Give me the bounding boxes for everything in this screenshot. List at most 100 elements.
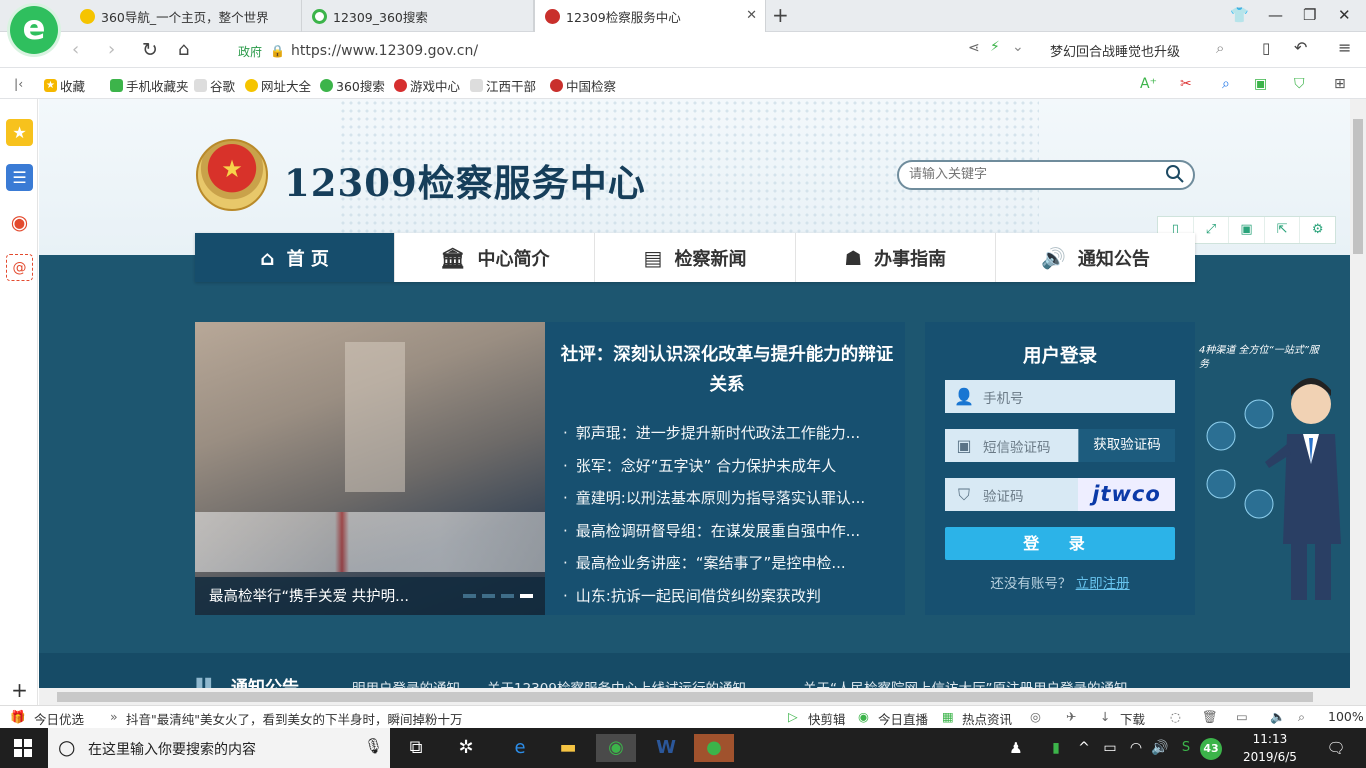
share-icon[interactable]: ⋖	[968, 40, 980, 56]
tab-12309[interactable]: 12309检察服务中心 ✕	[534, 0, 766, 32]
tab-360nav[interactable]: 360导航_一个主页，整个世界	[70, 0, 302, 32]
bookmark-360search[interactable]: 360搜索	[320, 76, 385, 95]
people-icon[interactable]: ♟	[996, 734, 1036, 762]
windows-start-icon[interactable]	[14, 739, 32, 757]
save-icon[interactable]: ▣	[1229, 217, 1265, 243]
news-item[interactable]: 最高检调研督导组：在谋发展重自强中作...	[563, 515, 865, 548]
pin-icon[interactable]: ✈	[1066, 709, 1076, 724]
bookmark-games[interactable]: 游戏中心	[394, 76, 460, 95]
news-icon[interactable]: ☰	[6, 164, 33, 191]
site-search[interactable]	[897, 160, 1195, 190]
login-button[interactable]: 登 录	[945, 527, 1175, 560]
collapse-icon[interactable]: |‹	[14, 76, 23, 91]
status-quickedit[interactable]: 快剪辑	[808, 709, 846, 728]
close-tab-icon[interactable]: ✕	[746, 8, 757, 23]
search-icon[interactable]	[1165, 164, 1185, 184]
taskbar-search[interactable]: ○ 在这里输入你要搜索的内容 🎙	[48, 728, 390, 768]
mic-icon[interactable]: 🎙	[364, 737, 383, 755]
360-browser-taskbar-icon[interactable]: ◉	[596, 734, 636, 762]
shirt-icon[interactable]: 👕	[1230, 6, 1249, 24]
scissors-icon[interactable]: ✂	[1180, 76, 1192, 92]
carousel-dots[interactable]	[463, 594, 533, 598]
chevron-down-icon[interactable]: ⌄	[1012, 39, 1024, 55]
news-item[interactable]: 山东:抗诉一起民间借贷纠纷案获改判	[563, 580, 865, 613]
new-tab-button[interactable]: +	[772, 3, 789, 27]
phone-field[interactable]: 👤 手机号	[945, 380, 1175, 413]
news-item[interactable]: 最高检业务讲座：“案结事了”是控申检...	[563, 547, 865, 580]
news-item[interactable]: 郭声琨：进一步提升新时代政法工作能力...	[563, 417, 865, 450]
notice-item[interactable]: ……明用户登录的通知	[325, 677, 460, 688]
weibo-icon[interactable]: ◉	[6, 209, 33, 236]
status-hot[interactable]: 热点资讯	[962, 709, 1012, 728]
menu-news[interactable]: ▤ 检察新闻	[595, 233, 796, 282]
horizontal-scrollbar[interactable]	[39, 688, 1366, 705]
add-icon[interactable]: +	[6, 677, 33, 704]
mail-icon[interactable]: @	[6, 254, 33, 281]
menu-notice[interactable]: 🔊 通知公告	[996, 233, 1195, 282]
menu-icon[interactable]: ≡	[1338, 38, 1351, 57]
bookmark-mobile[interactable]: 手机收藏夹	[110, 76, 189, 95]
search-tool-icon[interactable]: ⌕	[1222, 76, 1230, 92]
bookmark-sites[interactable]: 网址大全	[245, 76, 311, 95]
back-icon[interactable]: ‹	[72, 39, 79, 60]
browser-logo[interactable]: e	[10, 6, 58, 54]
captcha-image[interactable]: jtwco	[1078, 478, 1175, 511]
speed-icon[interactable]: ◎	[1030, 709, 1041, 724]
edge-icon[interactable]: e	[500, 734, 540, 762]
sound-icon[interactable]: 🔈	[1270, 709, 1286, 725]
search-icon[interactable]: ⌕	[1216, 39, 1224, 57]
get-code-button[interactable]: 获取验证码	[1078, 429, 1175, 462]
notice-item[interactable]: 关于“人民检察院网上信访大厅”原注册用户登录的通知	[803, 677, 1128, 688]
browser-icon[interactable]: ◌	[1170, 709, 1181, 724]
notification-badge[interactable]: 43	[1200, 738, 1222, 760]
vertical-scrollbar[interactable]	[1350, 99, 1366, 688]
bookmark-favorites[interactable]: ★ 收藏	[44, 76, 85, 95]
notice-item[interactable]: 关于12309检察服务中心上线试运行的通知	[487, 677, 746, 688]
menu-about[interactable]: 🏛 中心简介	[395, 233, 596, 282]
folder-icon[interactable]: ▬	[548, 734, 588, 762]
share-out-icon[interactable]: ⇱	[1265, 217, 1301, 243]
bookmark-jiangxi[interactable]: 江西干部	[470, 76, 536, 95]
search-input[interactable]	[909, 167, 1159, 182]
translate-icon[interactable]: A⁺	[1140, 76, 1157, 92]
gamepad-icon[interactable]: ▣	[1254, 76, 1267, 92]
clock[interactable]: 11:13 2019/6/5	[1243, 730, 1297, 766]
status-live[interactable]: 今日直播	[878, 709, 928, 728]
undo-icon[interactable]: ↶	[1294, 38, 1307, 57]
zoom-level[interactable]: 100%	[1328, 709, 1364, 724]
tab-360search[interactable]: 12309_360搜索	[302, 0, 534, 32]
news-item[interactable]: 童建明:以刑法基本原则为指导落实认罪认...	[563, 482, 865, 515]
news-carousel[interactable]: 最高检举行“携手关爱 共护明...	[195, 322, 545, 615]
forward-icon[interactable]: ›	[108, 39, 115, 60]
menu-guide[interactable]: ☗ 办事指南	[796, 233, 996, 282]
close-window-icon[interactable]: ✕	[1338, 6, 1351, 24]
word-icon[interactable]: W	[646, 734, 686, 762]
menu-home[interactable]: ⌂ 首 页	[195, 233, 396, 282]
register-link[interactable]: 立即注册	[1076, 576, 1130, 592]
lightning-icon[interactable]: ⚡	[990, 39, 1000, 55]
bookmark-procuratorate[interactable]: 中国检察	[550, 76, 616, 95]
window-icon[interactable]: ▭	[1236, 709, 1248, 724]
maximize-icon[interactable]: ❐	[1303, 6, 1316, 24]
status-download[interactable]: 下载	[1120, 709, 1145, 728]
news-item[interactable]: 张军：念好“五字诀” 合力保护未成年人	[563, 450, 865, 483]
promo-link[interactable]: 梦幻回合战睡觉也升级	[1050, 41, 1180, 60]
fullscreen-icon[interactable]: ⤢	[1194, 217, 1230, 243]
mobile-icon[interactable]: ▯	[1262, 39, 1270, 57]
wechat-icon[interactable]: ●	[694, 734, 734, 762]
bookmark-google[interactable]: 谷歌	[194, 76, 235, 95]
refresh-icon[interactable]: ↻	[142, 39, 158, 61]
settings-icon[interactable]: ⚙	[1300, 217, 1335, 243]
task-view-icon[interactable]: ⧉	[396, 734, 436, 762]
minimize-icon[interactable]: —	[1268, 6, 1283, 24]
action-center-icon[interactable]: 🗨	[1316, 734, 1356, 762]
trash-icon[interactable]: 🗑	[1202, 709, 1218, 725]
today-picks[interactable]: 今日优选	[34, 709, 84, 728]
favorites-icon[interactable]: ★	[6, 119, 33, 146]
shield-icon[interactable]: ⛉	[1294, 76, 1305, 92]
headline[interactable]: 社评：深刻认识深化改革与提升能力的辩证关系	[557, 340, 897, 400]
grid-icon[interactable]: ⊞	[1334, 76, 1346, 92]
url-field[interactable]: 政府 🔒 https://www.12309.gov.cn/	[238, 41, 478, 61]
pinwheel-icon[interactable]: ✲	[446, 734, 486, 762]
news-ticker[interactable]: 抖音"最清纯"美女火了，看到美女的下半身时，瞬间掉粉十万	[126, 709, 463, 728]
